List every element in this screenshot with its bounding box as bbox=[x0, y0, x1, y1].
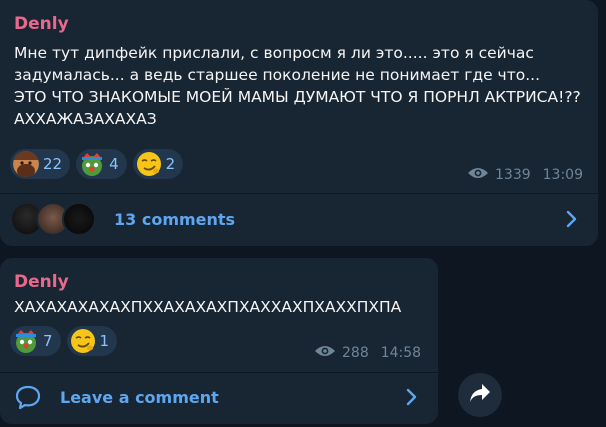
comments-label: 13 comments bbox=[114, 209, 236, 229]
share-button[interactable] bbox=[458, 373, 502, 417]
reactions-bar: 7 1 bbox=[10, 326, 118, 356]
reactions-bar: 22 4 2 bbox=[10, 149, 184, 179]
clown-frog-emoji-icon bbox=[13, 328, 39, 354]
commenter-avatars bbox=[10, 202, 96, 236]
chevron-right-icon bbox=[406, 388, 418, 410]
reaction-smirk-face[interactable]: 2 bbox=[132, 149, 184, 179]
views-count: 1339 bbox=[495, 167, 531, 183]
post-time: 13:09 bbox=[542, 167, 583, 183]
smirk-face-emoji-icon bbox=[70, 328, 96, 354]
smirk-face-emoji-icon bbox=[136, 151, 162, 177]
post-text: Мне тут дипфейк прислали, с вопросм я ли… bbox=[14, 44, 581, 128]
leave-comment-button[interactable]: Leave a comment bbox=[0, 380, 438, 414]
comments-button[interactable]: 13 comments bbox=[0, 202, 598, 236]
reaction-count: 4 bbox=[109, 155, 119, 173]
reaction-count: 22 bbox=[43, 155, 63, 173]
views-count: 288 bbox=[342, 345, 369, 361]
reaction-count: 1 bbox=[99, 332, 110, 350]
channel-post-2[interactable]: Denly ХАХАХАХАХАХПХХАХАХАХПХАХХАХПХАХХПХ… bbox=[0, 258, 438, 424]
reaction-count: 7 bbox=[43, 332, 53, 350]
chevron-right-icon bbox=[566, 210, 578, 232]
post-author[interactable]: Denly bbox=[14, 14, 69, 34]
post-text: ХАХАХАХАХАХПХХАХАХАХПХАХХАХПХАХХПХПА bbox=[14, 298, 402, 316]
divider bbox=[0, 193, 598, 194]
post-meta: 288 14:58 bbox=[314, 344, 421, 362]
bearded-man-emoji-icon bbox=[13, 151, 39, 177]
reaction-bearded-man[interactable]: 22 bbox=[10, 149, 71, 179]
post-author[interactable]: Denly bbox=[14, 272, 69, 292]
comment-bubble-icon bbox=[14, 384, 42, 410]
eye-icon bbox=[314, 344, 336, 362]
channel-post-1[interactable]: Denly Мне тут дипфейк прислали, с вопрос… bbox=[0, 0, 598, 246]
post-meta: 1339 13:09 bbox=[467, 166, 583, 184]
comments-label: Leave a comment bbox=[60, 387, 219, 407]
eye-icon bbox=[467, 166, 489, 184]
divider bbox=[0, 372, 438, 373]
reaction-count: 2 bbox=[165, 155, 176, 173]
post-time: 14:58 bbox=[380, 345, 422, 361]
reaction-clown-frog[interactable]: 7 bbox=[10, 326, 61, 356]
clown-frog-emoji-icon bbox=[79, 151, 105, 177]
avatar bbox=[62, 202, 96, 236]
reaction-clown-frog[interactable]: 4 bbox=[76, 149, 127, 179]
reaction-smirk-face[interactable]: 1 bbox=[66, 326, 118, 356]
share-arrow-icon bbox=[469, 383, 491, 407]
